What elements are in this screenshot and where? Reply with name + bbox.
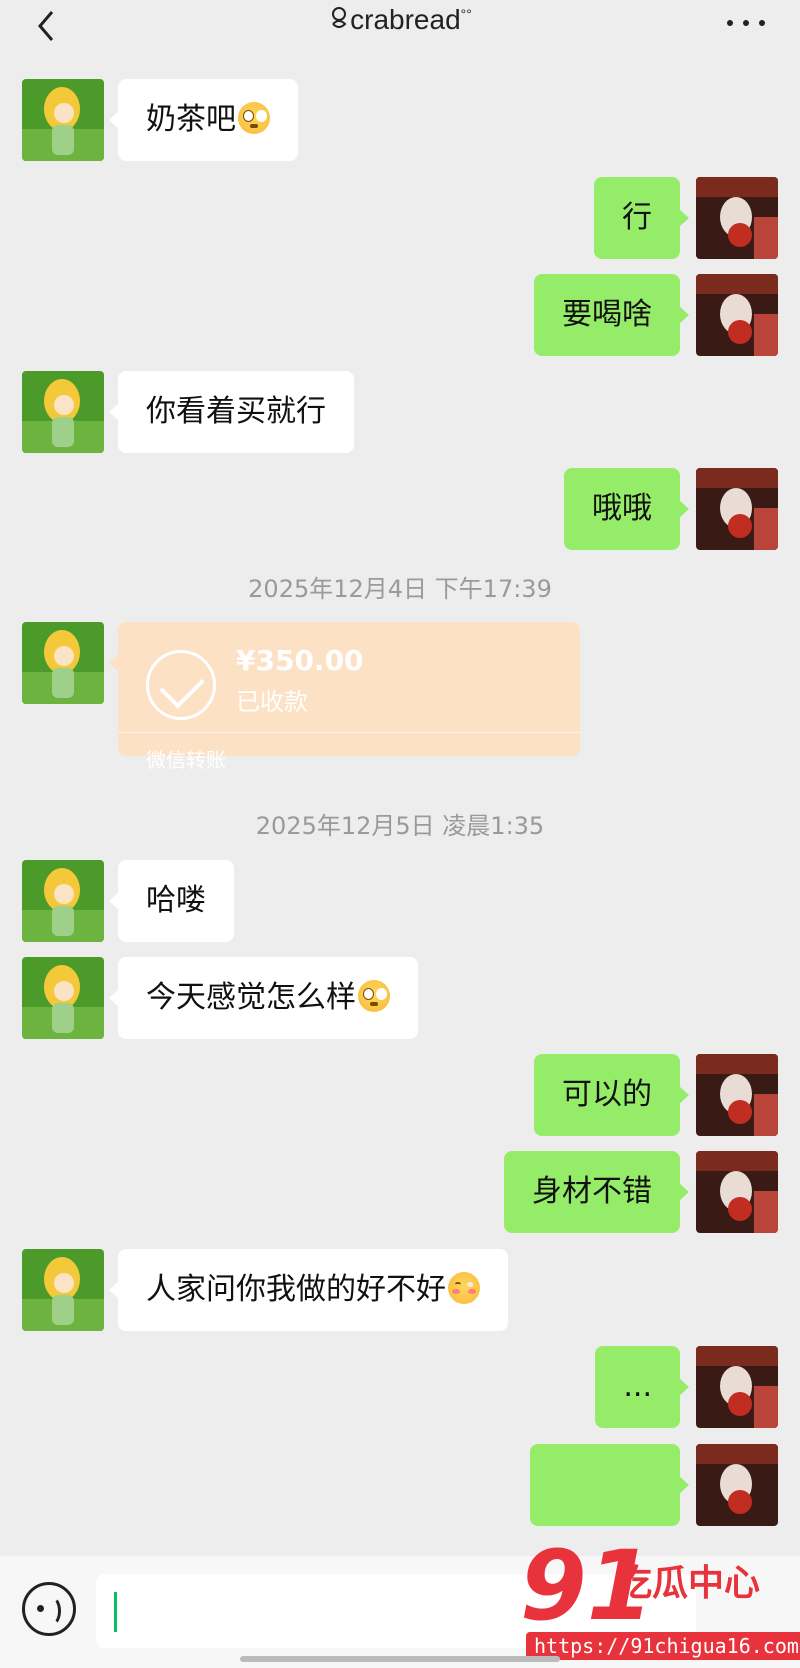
message-bubble[interactable]	[530, 1444, 689, 1526]
message-text: 你看着买就行	[146, 394, 326, 429]
watermark-logo: 91 吃瓜中心 https://91chigua16.com	[520, 1538, 800, 1668]
message-bubble[interactable]: 奶茶吧	[109, 79, 298, 161]
message-bubble[interactable]: ...	[595, 1346, 689, 1428]
message-bubble[interactable]: 身材不错	[504, 1151, 689, 1233]
watermark-text: 吃瓜中心	[616, 1563, 761, 1604]
flushed-face-icon	[358, 980, 390, 1012]
self-avatar[interactable]	[696, 1054, 778, 1136]
text-cursor	[114, 1592, 117, 1632]
message-bubble[interactable]: 哈喽	[109, 860, 234, 942]
message-text: 身材不错	[532, 1174, 652, 1209]
transfer-card[interactable]: ¥350.00 已收款 微信转账	[109, 622, 580, 772]
message-list[interactable]: 奶茶吧 行 要喝啥 你看着买就行 哦哦 2025年12月4日 下午17:39 ¥…	[0, 54, 800, 1554]
timestamp: 2025年12月4日 下午17:39	[248, 575, 552, 603]
contact-avatar[interactable]	[22, 622, 104, 704]
contact-avatar[interactable]	[22, 860, 104, 942]
self-avatar[interactable]	[696, 274, 778, 356]
message-bubble[interactable]: 要喝啥	[534, 274, 689, 356]
message-text: 哦哦	[592, 491, 652, 526]
message-text: 奶茶吧	[146, 102, 236, 137]
message-text: 今天感觉怎么样	[146, 980, 356, 1015]
contact-avatar[interactable]	[22, 1249, 104, 1331]
title-suffix-icon: °°	[460, 6, 472, 22]
message-text: 哈喽	[146, 883, 206, 918]
transfer-amount: ¥350.00	[236, 644, 364, 677]
self-avatar[interactable]	[696, 1444, 778, 1526]
flushed-face-icon	[238, 102, 270, 134]
transfer-status: 已收款	[236, 688, 308, 716]
message-text: 可以的	[562, 1077, 652, 1112]
contact-avatar[interactable]	[22, 957, 104, 1039]
self-avatar[interactable]	[696, 1346, 778, 1428]
self-avatar[interactable]	[696, 1151, 778, 1233]
message-text: 行	[622, 200, 652, 235]
voice-input-icon[interactable]	[22, 1582, 76, 1636]
message-text: 要喝啥	[562, 297, 652, 332]
message-text: ...	[623, 1369, 652, 1404]
message-bubble[interactable]: 可以的	[534, 1054, 689, 1136]
blushing-face-icon	[448, 1272, 480, 1304]
contact-avatar[interactable]	[22, 79, 104, 161]
message-bubble[interactable]: 你看着买就行	[109, 371, 354, 453]
contact-prefix-icon	[332, 7, 347, 28]
home-indicator	[240, 1656, 560, 1662]
chat-title: crabread°°	[0, 4, 800, 36]
transfer-divider	[118, 732, 580, 733]
message-bubble[interactable]: 行	[594, 177, 689, 259]
message-text: 人家问你我做的好不好	[146, 1272, 446, 1307]
more-options-icon[interactable]	[724, 12, 768, 34]
self-avatar[interactable]	[696, 468, 778, 550]
self-avatar[interactable]	[696, 177, 778, 259]
message-bubble[interactable]: 今天感觉怎么样	[109, 957, 418, 1039]
transfer-label: 微信转账	[146, 748, 226, 772]
message-bubble[interactable]: 哦哦	[564, 468, 689, 550]
watermark-url: https://91chigua16.com	[526, 1632, 800, 1660]
check-circle-icon	[146, 650, 216, 720]
chat-header: crabread°°	[0, 0, 800, 54]
message-bubble[interactable]: 人家问你我做的好不好	[109, 1249, 508, 1331]
chat-title-text: crabread	[350, 4, 461, 35]
contact-avatar[interactable]	[22, 371, 104, 453]
timestamp: 2025年12月5日 凌晨1:35	[255, 812, 545, 840]
